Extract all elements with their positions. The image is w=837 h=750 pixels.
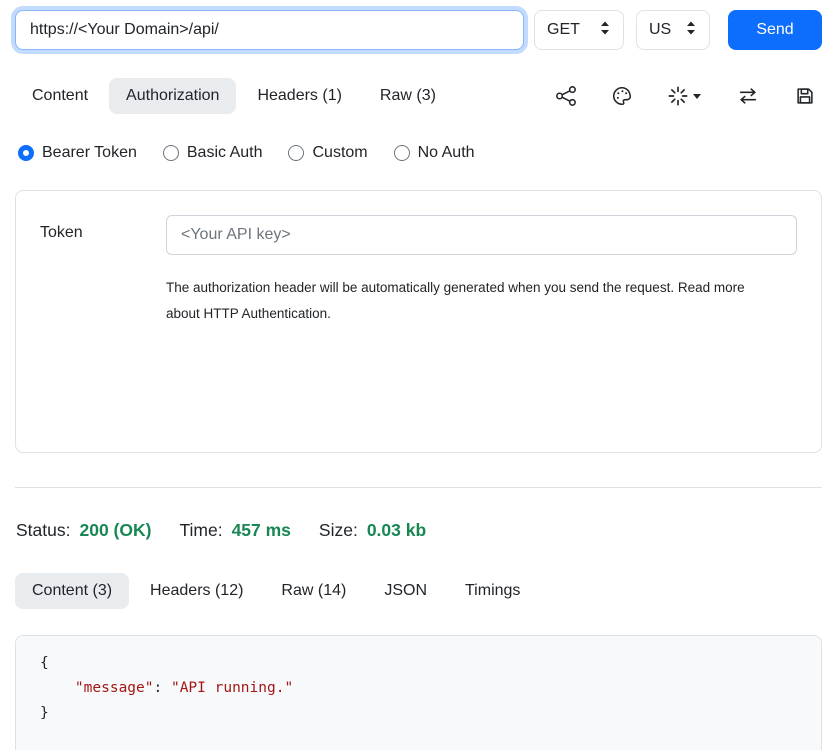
- swap-arrows-icon[interactable]: [736, 85, 760, 107]
- tab-authorization[interactable]: Authorization: [109, 78, 236, 114]
- code-indent: [40, 680, 75, 696]
- response-tab-headers[interactable]: Headers (12): [133, 573, 260, 609]
- palette-icon[interactable]: [611, 85, 633, 107]
- save-icon[interactable]: [794, 85, 816, 107]
- radio-dot[interactable]: [18, 145, 34, 161]
- region-select-value: US: [649, 21, 671, 39]
- response-tab-timings[interactable]: Timings: [448, 573, 537, 609]
- radio-bearer-token[interactable]: Bearer Token: [18, 144, 137, 162]
- section-divider: [15, 487, 822, 488]
- response-tabs-row: Content (3) Headers (12) Raw (14) JSON T…: [15, 573, 822, 609]
- caret-down-icon: [692, 92, 702, 100]
- method-select[interactable]: GET: [534, 10, 624, 50]
- response-tab-content[interactable]: Content (3): [15, 573, 129, 609]
- magic-menu-icon[interactable]: [667, 85, 702, 107]
- tab-headers[interactable]: Headers (1): [240, 78, 358, 114]
- radio-label: No Auth: [418, 144, 475, 162]
- response-status-row: Status: 200 (OK) Time: 457 ms Size: 0.03…: [15, 520, 822, 541]
- response-tab-json[interactable]: JSON: [367, 573, 444, 609]
- radio-label: Bearer Token: [42, 144, 137, 162]
- radio-dot[interactable]: [394, 145, 410, 161]
- code-brace-close: }: [40, 705, 49, 721]
- radio-label: Basic Auth: [187, 144, 263, 162]
- radio-label: Custom: [312, 144, 367, 162]
- code-colon: :: [154, 680, 171, 696]
- send-button[interactable]: Send: [728, 10, 822, 50]
- auth-panel: Token The authorization header will be a…: [15, 190, 822, 453]
- token-field-column: The authorization header will be automat…: [166, 215, 797, 326]
- method-select-value: GET: [547, 21, 580, 39]
- code-key: "message": [75, 680, 154, 696]
- token-label: Token: [40, 215, 166, 242]
- url-input[interactable]: [15, 10, 524, 50]
- share-nodes-icon[interactable]: [555, 85, 577, 107]
- response-tab-raw[interactable]: Raw (14): [264, 573, 363, 609]
- code-brace-open: {: [40, 655, 49, 671]
- time-value: 457 ms: [232, 520, 291, 541]
- region-select[interactable]: US: [636, 10, 710, 50]
- status-value: 200 (OK): [79, 520, 151, 541]
- auth-type-options: Bearer Token Basic Auth Custom No Auth: [15, 144, 822, 162]
- tab-content[interactable]: Content: [15, 78, 105, 114]
- status-group: Status: 200 (OK): [16, 520, 151, 541]
- radio-dot[interactable]: [163, 145, 179, 161]
- size-group: Size: 0.03 kb: [319, 520, 426, 541]
- size-value: 0.03 kb: [367, 520, 426, 541]
- radio-no-auth[interactable]: No Auth: [394, 144, 475, 162]
- response-code: { "message": "API running." }: [40, 651, 797, 726]
- updown-caret-icon: [685, 20, 697, 41]
- time-label: Time:: [179, 520, 222, 541]
- status-label: Status:: [16, 520, 70, 541]
- request-toolbar: [555, 85, 822, 107]
- auth-help-text: The authorization header will be automat…: [166, 275, 766, 326]
- code-value: "API running.": [171, 680, 293, 696]
- time-group: Time: 457 ms: [179, 520, 290, 541]
- response-body-panel: { "message": "API running." }: [15, 635, 822, 750]
- updown-caret-icon: [599, 20, 611, 41]
- request-tabs-row: Content Authorization Headers (1) Raw (3…: [15, 78, 822, 114]
- request-bar: GET US Send: [15, 10, 822, 50]
- token-input[interactable]: [166, 215, 797, 255]
- radio-basic-auth[interactable]: Basic Auth: [163, 144, 263, 162]
- api-client-page: GET US Send Content Authorization Header…: [15, 0, 822, 750]
- radio-dot[interactable]: [288, 145, 304, 161]
- tab-raw[interactable]: Raw (3): [363, 78, 453, 114]
- radio-custom[interactable]: Custom: [288, 144, 367, 162]
- size-label: Size:: [319, 520, 358, 541]
